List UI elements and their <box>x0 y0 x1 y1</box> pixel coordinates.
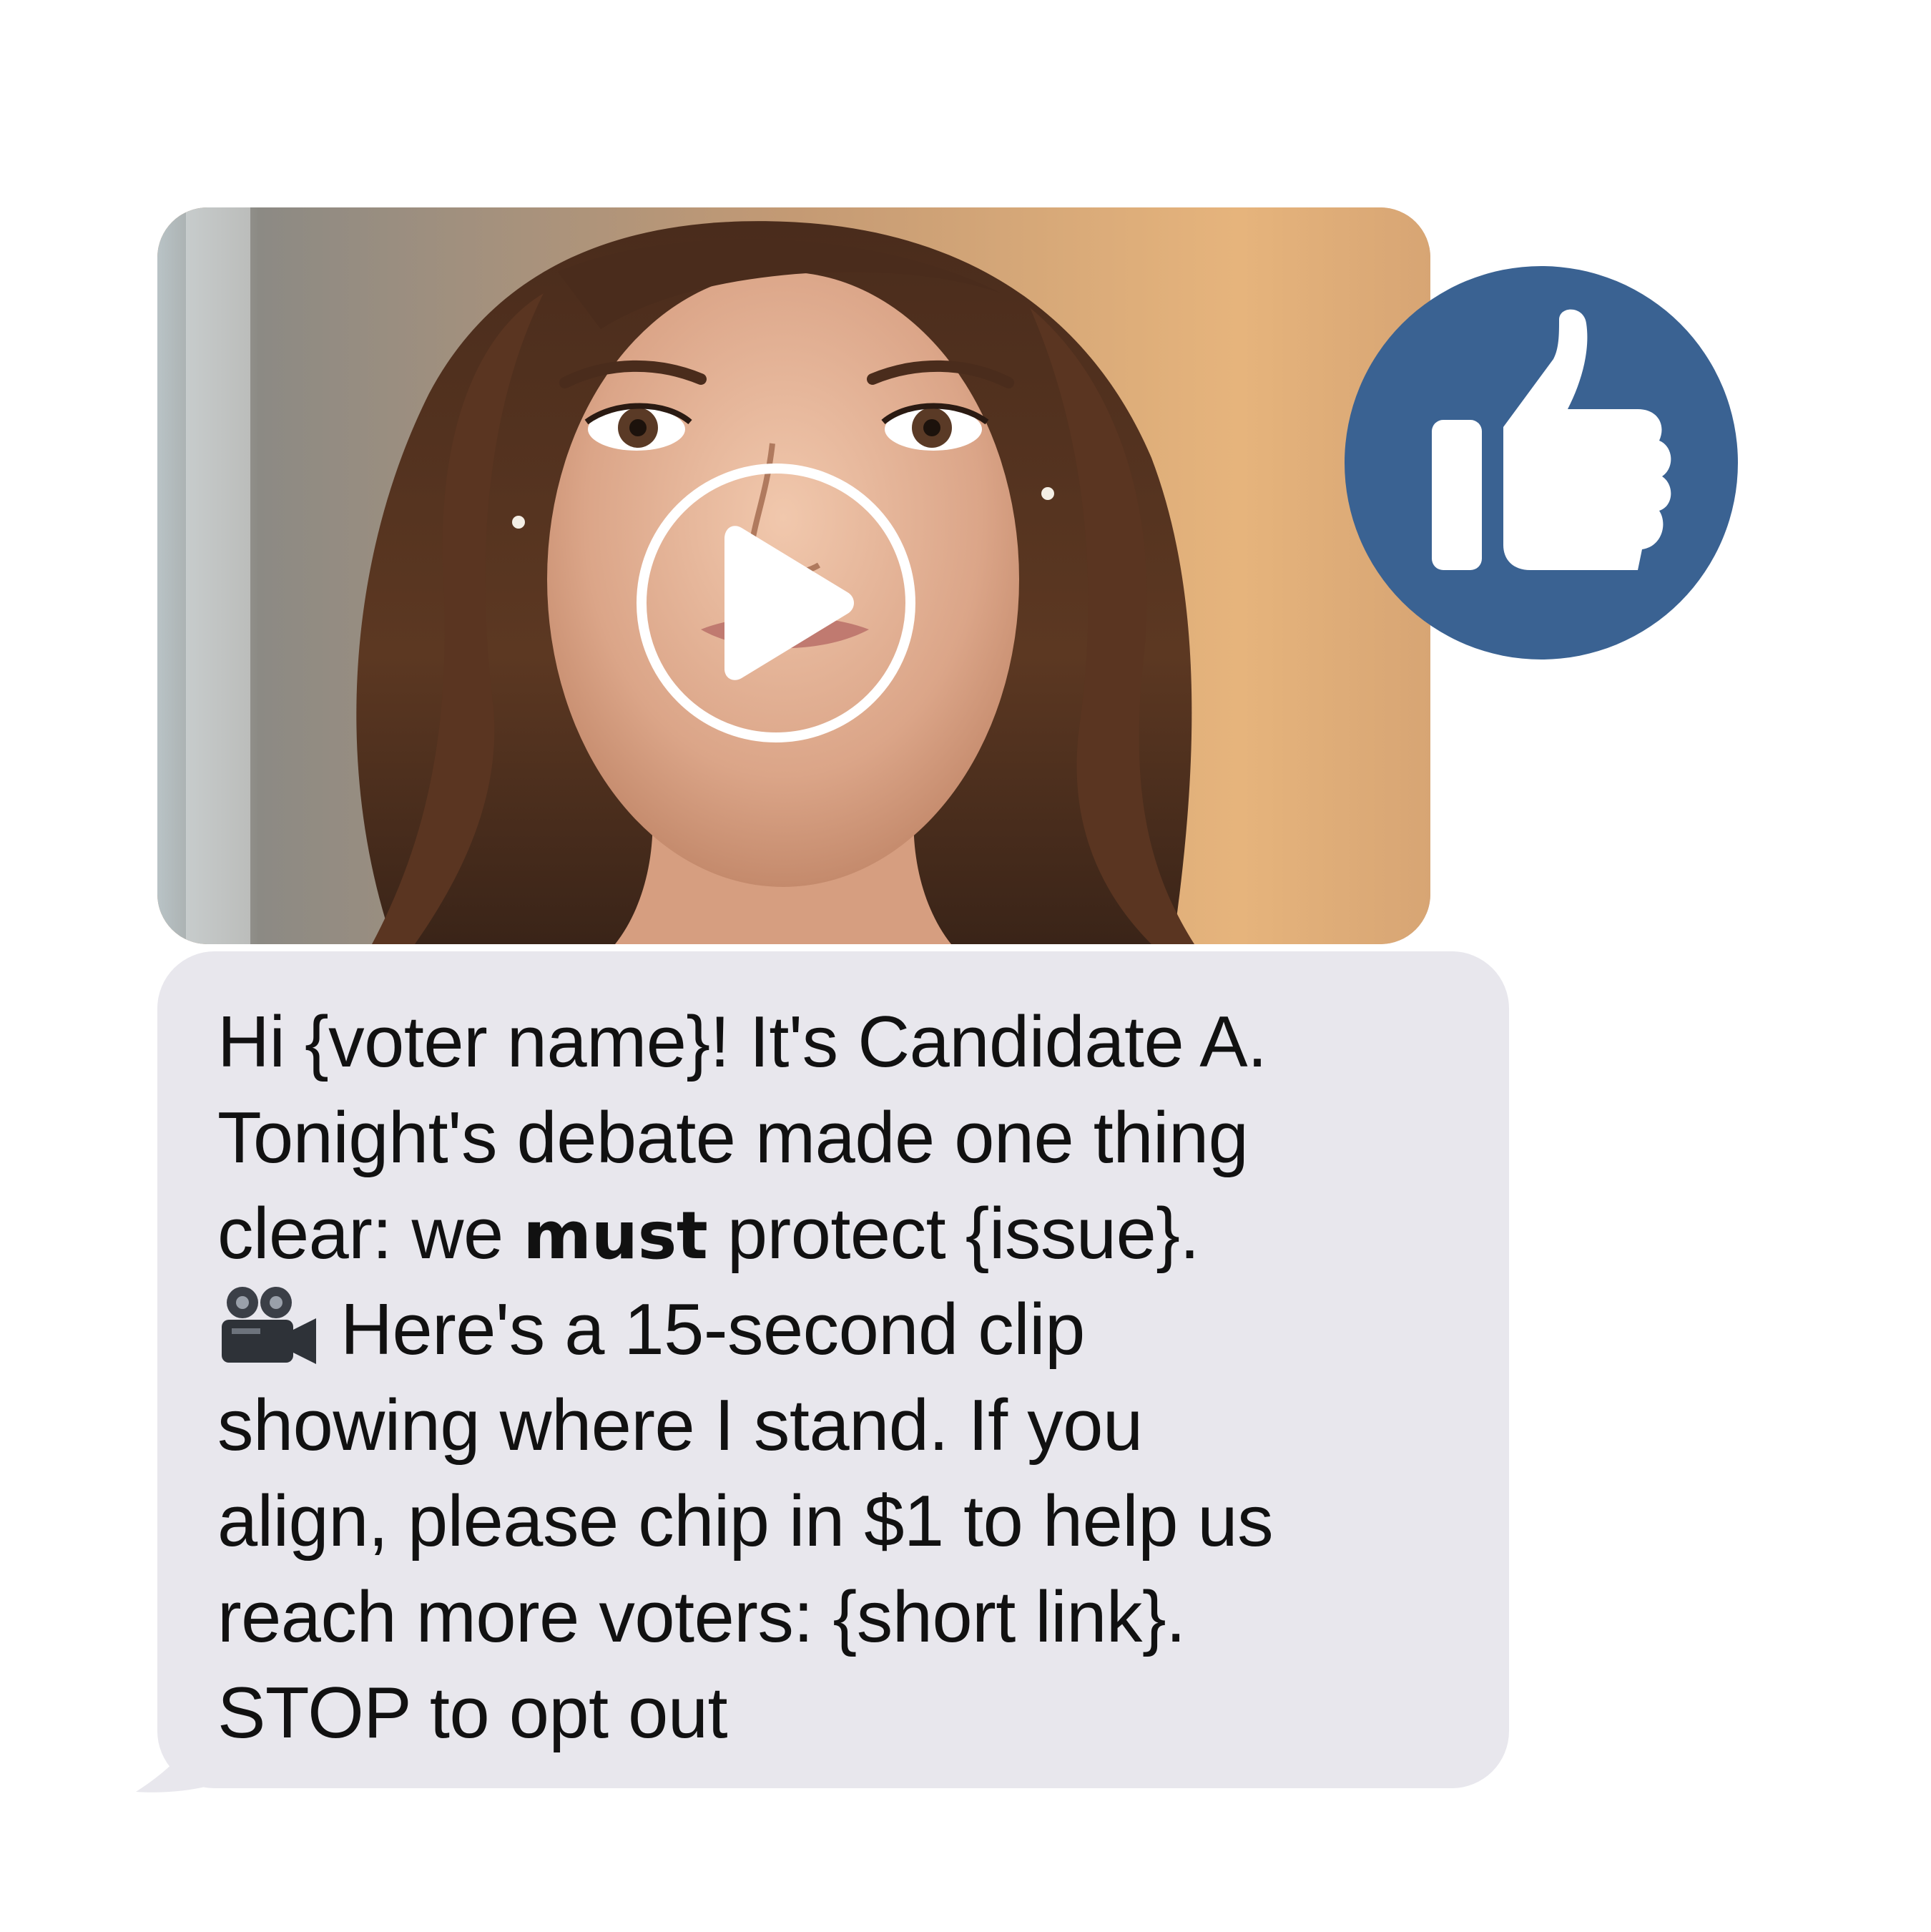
message-body: Hi {voter name}! It's Candidate A. Tonig… <box>157 951 1509 1788</box>
movie-camera-icon <box>217 1285 319 1370</box>
message-line: STOP to opt out <box>217 1673 728 1753</box>
message-text: Hi {voter name}! It's Candidate A. Tonig… <box>217 994 1459 1761</box>
message-line: Here's a 15-second clip <box>217 1282 1459 1378</box>
video-thumbnail[interactable] <box>157 207 1430 944</box>
message-segment: protect {issue}. <box>707 1194 1200 1274</box>
like-reaction[interactable] <box>1345 266 1738 659</box>
message-segment: clear: we <box>217 1194 524 1274</box>
play-button[interactable] <box>633 460 919 746</box>
play-icon <box>637 464 915 742</box>
thumbs-up-icon <box>1432 309 1671 570</box>
message-line: Hi {voter name}! It's Candidate A. <box>217 1002 1267 1082</box>
message-line: align, please chip in $1 to help us <box>217 1481 1274 1561</box>
message-line: Tonight's debate made one thing <box>217 1098 1249 1178</box>
message-line: reach more voters: {short link}. <box>217 1577 1186 1657</box>
message-line: clear: we must protect {issue}. <box>217 1186 1459 1282</box>
message-segment: Here's a 15-second clip <box>340 1290 1085 1370</box>
emphasis-text: must <box>523 1197 708 1274</box>
message-line: showing where I stand. If you <box>217 1386 1143 1466</box>
message-bubble: Hi {voter name}! It's Candidate A. Tonig… <box>129 951 1509 1795</box>
